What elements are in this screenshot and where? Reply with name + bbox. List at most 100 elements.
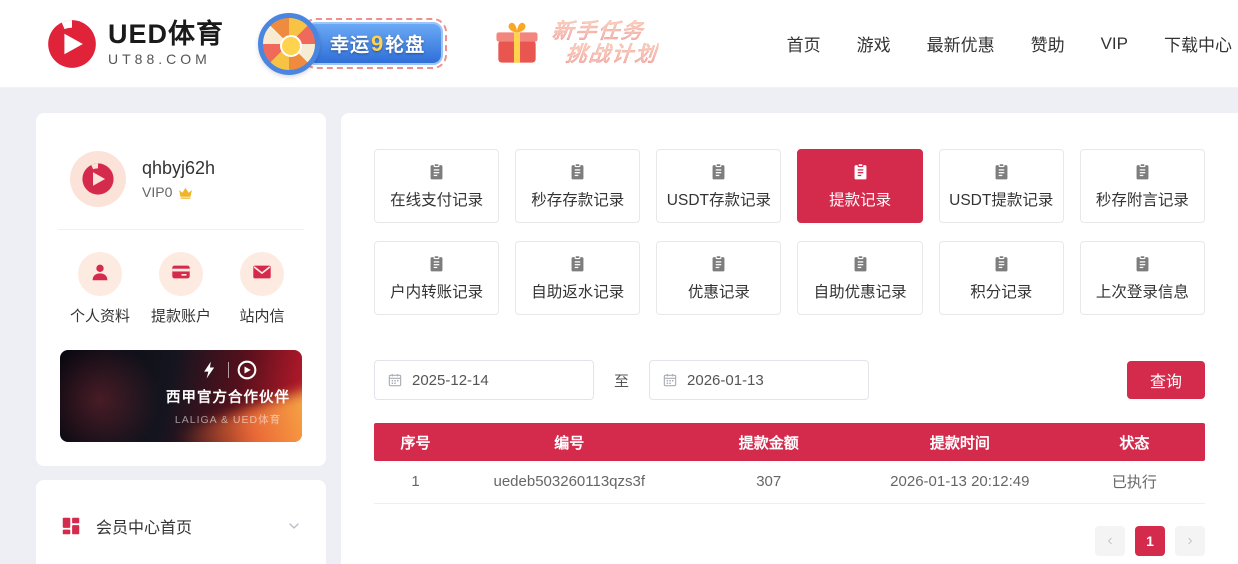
table-header-cell: 提款金额	[681, 423, 856, 461]
newbie-task-line2: 挑战计划	[564, 43, 660, 67]
roulette-wheel-icon	[258, 12, 321, 75]
calendar-icon	[662, 372, 678, 388]
newbie-task-line1: 新手任务	[551, 20, 646, 44]
clipboard-icon	[992, 254, 1011, 273]
avatar[interactable]	[70, 151, 126, 207]
record-tab-label: 优惠记录	[687, 284, 750, 301]
record-tab-label: USDT存款记录	[666, 192, 771, 209]
clipboard-icon	[1133, 254, 1152, 273]
record-tab-7[interactable]: 自助返水记录	[515, 241, 641, 315]
record-tab-8[interactable]: 优惠记录	[656, 241, 782, 315]
shortcut-2[interactable]: 站内信	[226, 252, 298, 326]
username: qhbyj62h	[142, 157, 216, 178]
table-cell: 已执行	[1063, 461, 1205, 504]
table-cell: 2026-01-13 20:12:49	[855, 461, 1064, 504]
nav-link-1[interactable]: 游戏	[857, 31, 891, 56]
table-row: 1 uedeb503260113qzs3f 307 2026-01-13 20:12:…	[374, 461, 1205, 504]
table-header-cell: 提款时间	[855, 423, 1064, 461]
nav-link-2[interactable]: 最新优惠	[927, 31, 995, 56]
record-tab-1[interactable]: 秒存存款记录	[515, 149, 641, 223]
roulette-label-suffix: 轮盘	[385, 35, 426, 56]
record-tab-label: 户内转账记录	[390, 284, 484, 301]
roulette-label-prefix: 幸运	[330, 35, 371, 56]
shortcut-0[interactable]: 个人资料	[64, 252, 136, 326]
nav-link-5[interactable]: 下载中心	[1164, 31, 1232, 56]
bank-card-icon	[170, 261, 192, 288]
withdraw-records-table: 序号 编号 提款金额 提款时间 状态 1 uedeb503260113qzs3f 307 20…	[374, 423, 1205, 504]
site-domain: UT88.COM	[108, 51, 211, 68]
record-tab-10[interactable]: 积分记录	[938, 241, 1064, 315]
roulette-number: 9	[371, 31, 385, 56]
table-header-cell: 序号	[374, 423, 458, 461]
menu-item-label: 会员中心首页	[96, 520, 193, 537]
clipboard-icon	[427, 162, 446, 181]
table-cell: 307	[681, 461, 856, 504]
user-summary: qhbyj62h VIP0	[70, 151, 302, 207]
promo-newbie-task[interactable]: 新手任务 挑战计划	[489, 16, 659, 72]
pagination: ‹ 1 ›	[374, 525, 1205, 556]
site-logo[interactable]: UED体育 UT88.COM	[46, 18, 224, 70]
record-tab-2[interactable]: USDT存款记录	[656, 149, 782, 223]
gift-icon	[489, 16, 545, 72]
grid-icon	[60, 515, 82, 537]
user-icon	[89, 261, 111, 288]
menu-item-0[interactable]: 会员中心首页	[58, 490, 304, 562]
clipboard-icon	[1133, 162, 1152, 181]
user-card: qhbyj62h VIP0 个人资料 提款账户 站内信 西甲官方合作伙伴 LAL…	[36, 113, 326, 466]
clipboard-icon	[568, 254, 587, 273]
clipboard-icon	[851, 254, 870, 273]
table-cell: 1	[374, 461, 458, 504]
record-tab-5[interactable]: 秒存附言记录	[1079, 149, 1205, 223]
record-tab-3[interactable]: 提款记录	[797, 149, 923, 223]
record-tab-label: 在线支付记录	[390, 192, 484, 209]
prev-page-button[interactable]: ‹	[1095, 525, 1125, 556]
date-from-input[interactable]: 2025-12-14	[374, 360, 594, 400]
table-cell: uedeb503260113qzs3f	[457, 461, 682, 504]
next-page-button[interactable]: ›	[1175, 525, 1205, 556]
shortcut-1[interactable]: 提款账户	[145, 252, 217, 326]
record-tabs: 在线支付记录 秒存存款记录 USDT存款记录 提款记录 USDT提款记录 秒存附言记录户内…	[374, 149, 1205, 315]
nav-link-4[interactable]: VIP	[1101, 34, 1128, 54]
table-header: 序号 编号 提款金额 提款时间 状态	[374, 423, 1205, 461]
calendar-icon	[387, 372, 403, 388]
record-tab-label: 秒存附言记录	[1095, 192, 1189, 209]
record-tab-label: 积分记录	[970, 284, 1033, 301]
mail-icon	[251, 261, 273, 288]
page-content: qhbyj62h VIP0 个人资料 提款账户 站内信 西甲官方合作伙伴 LAL…	[0, 88, 1238, 564]
sidebar-menu: 会员中心首页账户中心	[36, 480, 326, 564]
laliga-partner-banner[interactable]: 西甲官方合作伙伴 LALIGA & UED体育	[60, 350, 302, 442]
record-tab-9[interactable]: 自助优惠记录	[797, 241, 923, 315]
record-tab-0[interactable]: 在线支付记录	[374, 149, 500, 223]
promo-lucky-roulette[interactable]: 幸运9轮盘	[258, 12, 448, 75]
clipboard-icon	[709, 162, 728, 181]
table-header-cell: 状态	[1063, 423, 1205, 461]
nav-link-3[interactable]: 赞助	[1031, 31, 1065, 56]
record-tab-6[interactable]: 户内转账记录	[374, 241, 500, 315]
date-to-value: 2026-01-13	[687, 371, 764, 389]
site-title: UED体育	[108, 18, 225, 49]
table-header-cell: 编号	[457, 423, 682, 461]
record-tab-label: 自助优惠记录	[813, 284, 907, 301]
record-tab-label: 提款记录	[829, 192, 892, 209]
table-body: 1 uedeb503260113qzs3f 307 2026-01-13 20:12:…	[374, 461, 1205, 504]
banner-title: 西甲官方合作伙伴	[166, 390, 290, 406]
chevron-down-icon	[286, 518, 302, 534]
current-page-button[interactable]: 1	[1135, 525, 1165, 556]
date-from-value: 2025-12-14	[412, 371, 489, 389]
record-tab-11[interactable]: 上次登录信息	[1079, 241, 1205, 315]
date-filter: 2025-12-14 至 2026-01-13 查询	[374, 360, 1205, 400]
nav-links: 首页 游戏 最新优惠 赞助 VIP 下载中心	[787, 31, 1234, 56]
clipboard-icon	[709, 254, 728, 273]
user-shortcuts: 个人资料 提款账户 站内信	[60, 230, 302, 326]
nav-link-0[interactable]: 首页	[787, 31, 821, 56]
crown-icon	[177, 184, 194, 201]
clipboard-icon	[568, 162, 587, 181]
date-to-input[interactable]: 2026-01-13	[649, 360, 870, 400]
record-tab-4[interactable]: USDT提款记录	[938, 149, 1064, 223]
records-panel: 在线支付记录 秒存存款记录 USDT存款记录 提款记录 USDT提款记录 秒存附言记录户内…	[341, 113, 1238, 564]
sidebar: qhbyj62h VIP0 个人资料 提款账户 站内信 西甲官方合作伙伴 LAL…	[36, 113, 326, 564]
record-tab-label: USDT提款记录	[949, 192, 1054, 209]
query-button[interactable]: 查询	[1127, 361, 1205, 399]
partner-logos-icon	[166, 360, 290, 380]
clipboard-icon	[992, 162, 1011, 181]
